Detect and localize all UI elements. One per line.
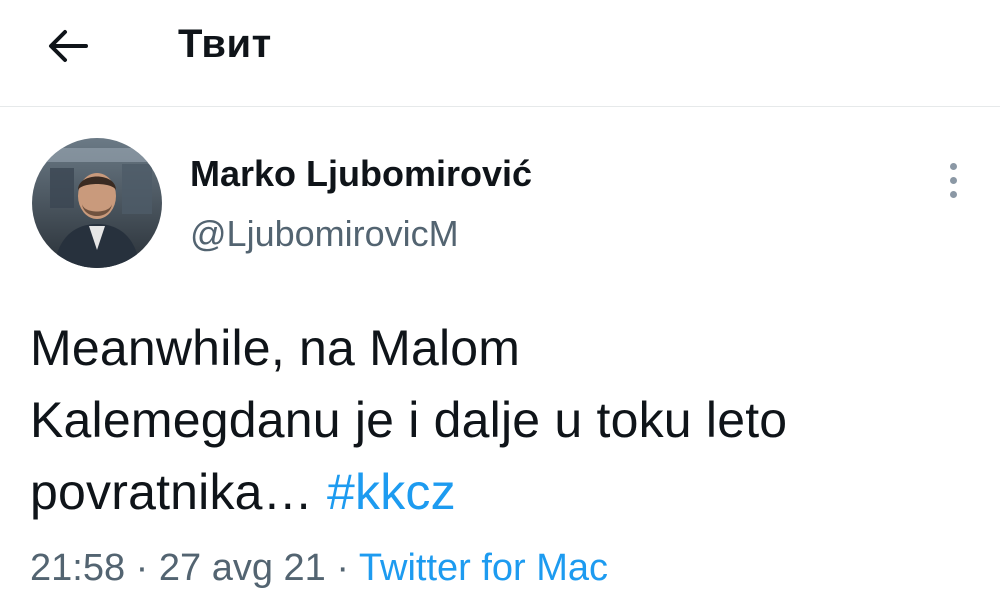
vertical-dots-icon xyxy=(949,190,957,198)
tweet-text-segment: povratnika… xyxy=(30,464,313,520)
tweet-date[interactable]: 27 avg 21 xyxy=(159,547,326,589)
arrow-left-icon xyxy=(49,30,88,62)
meta-separator: · xyxy=(135,547,149,589)
top-bar: Твит xyxy=(0,0,1000,107)
tweet-text-line: Meanwhile, na Malom xyxy=(30,320,521,376)
tweet-text-line: Kalemegdanu je i dalje u toku leto xyxy=(30,392,788,448)
page-title: Твит xyxy=(178,22,272,66)
tweet-time[interactable]: 21:58 xyxy=(30,547,125,589)
meta-separator: · xyxy=(336,547,350,589)
tweet-text-line: povratnika… #kkcz xyxy=(30,456,980,528)
author-name[interactable]: Marko Ljubomirović xyxy=(190,152,532,196)
tweet-source-link[interactable]: Twitter for Mac xyxy=(359,547,608,589)
hashtag-link[interactable]: #kkcz xyxy=(327,464,456,520)
more-options-button[interactable] xyxy=(935,150,971,210)
tweet-text: Meanwhile, na Malom Kalemegdanu je i dal… xyxy=(30,312,980,528)
user-avatar-photo xyxy=(32,138,162,268)
avatar[interactable] xyxy=(32,138,162,268)
tweet-meta: 21:58 · 27 avg 21 · Twitter for Mac xyxy=(30,545,608,591)
author-handle[interactable]: @LjubomirovicM xyxy=(190,212,459,256)
back-button[interactable] xyxy=(40,22,96,70)
vertical-dots-icon xyxy=(949,162,957,170)
vertical-dots-icon xyxy=(949,176,957,184)
